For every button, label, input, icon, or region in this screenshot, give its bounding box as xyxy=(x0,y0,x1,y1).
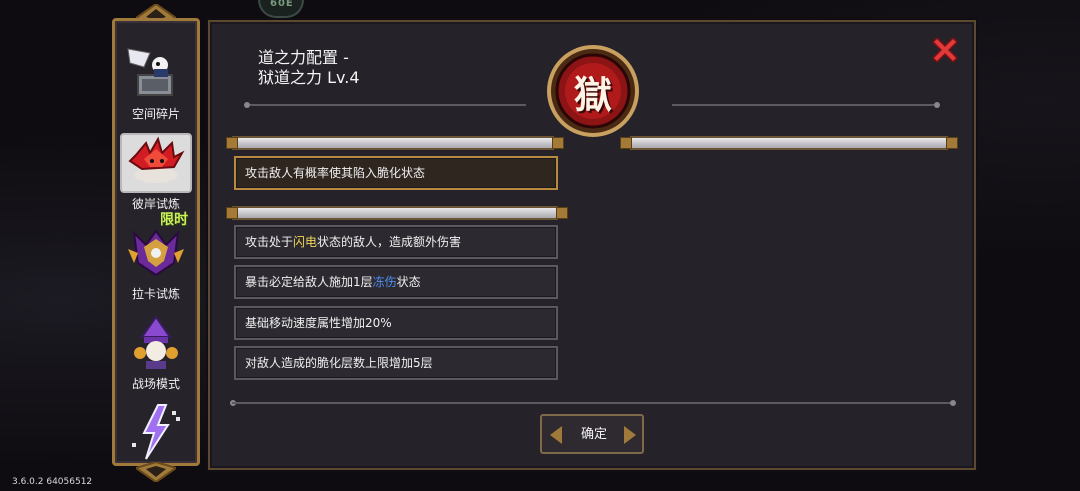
effect-option-lightning-damage[interactable]: 攻击处于闪电状态的敌人，造成额外伤害 xyxy=(234,225,558,259)
right-arrow-icon xyxy=(624,426,636,444)
lightning-icon xyxy=(120,403,192,463)
top-badge-text: 60E xyxy=(270,0,294,9)
sidebar-item-lightning-mode[interactable] xyxy=(115,403,197,463)
effect-option-brittle[interactable]: 攻击敌人有概率使其陷入脆化状态 xyxy=(234,156,558,190)
battlefield-mage-icon xyxy=(120,313,192,373)
sidebar-item-battlefield-mode[interactable]: 战场模式 xyxy=(115,313,197,392)
title-separator-right xyxy=(672,104,934,106)
bar-end-knob xyxy=(620,137,632,149)
lakka-trial-icon: 限时 xyxy=(120,212,192,283)
sidebar-item-lakka-trial[interactable]: 限时 拉卡试炼 xyxy=(115,212,197,302)
bottom-separator xyxy=(232,402,954,404)
title-line-1: 道之力配置 - xyxy=(258,48,349,67)
effect-option-brittle-stack-cap[interactable]: 对敌人造成的脆化层数上限增加5层 xyxy=(234,346,558,380)
effect-text-prefix: 攻击处于 xyxy=(245,235,294,249)
page-title: 道之力配置 - 狱道之力 Lv.4 xyxy=(258,48,360,88)
sidebar-item-space-fragment[interactable]: 空间碎片 xyxy=(115,43,197,122)
space-fragment-icon xyxy=(120,43,192,103)
effect-text-suffix: 状态的敌人，造成额外伤害 xyxy=(317,235,462,249)
title-line-2: 狱道之力 Lv.4 xyxy=(258,68,360,87)
tier-bar-right xyxy=(630,136,948,150)
bar-end-knob xyxy=(946,137,958,149)
emblem-character: 獄 xyxy=(573,72,612,117)
bar-end-knob xyxy=(226,207,238,219)
effect-text: 对敌人造成的脆化层数上限增加5层 xyxy=(245,356,433,370)
bar-end-knob xyxy=(226,137,238,149)
sidebar-item-label: 战场模式 xyxy=(131,377,180,391)
confirm-button[interactable]: 确定 xyxy=(540,414,644,454)
separator-dot xyxy=(950,400,956,406)
effect-highlight-frostbite: 冻伤 xyxy=(372,275,397,289)
bar-end-knob xyxy=(556,207,568,219)
title-separator-left xyxy=(250,104,526,106)
effect-text: 基础移动速度属性增加20% xyxy=(245,316,392,330)
sidebar-item-other-shore-trial[interactable]: 彼岸试炼 xyxy=(115,133,197,212)
effect-highlight-lightning: 闪电 xyxy=(293,235,318,249)
mode-sidebar: 空间碎片 彼岸试炼 限时 拉卡试炼 战场模式 xyxy=(112,18,200,466)
effect-text-suffix: 状态 xyxy=(396,275,421,289)
close-icon[interactable] xyxy=(930,35,960,65)
effect-text: 攻击敌人有概率使其陷入脆化状态 xyxy=(245,166,426,180)
time-limited-tag: 限时 xyxy=(160,212,188,228)
tier-bar-second xyxy=(232,206,558,220)
red-flower-icon xyxy=(120,133,192,193)
tier-bar-left xyxy=(232,136,554,150)
sidebar-item-label: 拉卡试炼 xyxy=(131,287,180,301)
bar-end-knob xyxy=(552,137,564,149)
effect-option-move-speed[interactable]: 基础移动速度属性增加20% xyxy=(234,306,558,340)
effect-option-frostbite-crit[interactable]: 暴击必定给敌人施加1层冻伤状态 xyxy=(234,265,558,299)
sidebar-item-label: 空间碎片 xyxy=(131,107,180,121)
version-label: 3.6.0.2 64056512 xyxy=(12,477,93,487)
effect-text-prefix: 暴击必定给敌人施加1层 xyxy=(245,275,373,289)
sidebar-bottom-ornament xyxy=(136,462,176,482)
separator-dot xyxy=(934,102,940,108)
